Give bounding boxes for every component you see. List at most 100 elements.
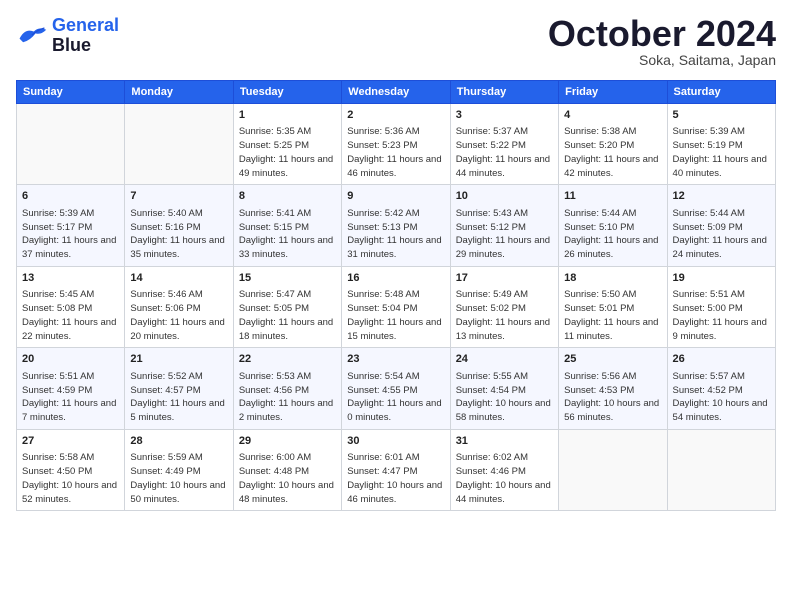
day-number: 27 bbox=[22, 434, 119, 449]
day-number: 25 bbox=[564, 352, 661, 367]
day-number: 8 bbox=[239, 189, 336, 204]
calendar-cell: 22 Sunrise: 5:53 AM Sunset: 4:56 PM Dayli… bbox=[233, 348, 341, 429]
day-number: 30 bbox=[347, 434, 444, 449]
calendar-cell: 28 Sunrise: 5:59 AM Sunset: 4:49 PM Dayli… bbox=[125, 429, 233, 510]
calendar-cell: 1 Sunrise: 5:35 AM Sunset: 5:25 PM Daylig… bbox=[233, 104, 341, 185]
calendar-cell: 24 Sunrise: 5:55 AM Sunset: 4:54 PM Dayli… bbox=[450, 348, 558, 429]
day-number: 5 bbox=[673, 108, 770, 123]
calendar-cell: 5 Sunrise: 5:39 AM Sunset: 5:19 PM Daylig… bbox=[667, 104, 775, 185]
calendar-week-2: 6 Sunrise: 5:39 AM Sunset: 5:17 PM Daylig… bbox=[17, 185, 776, 266]
day-number: 10 bbox=[456, 189, 553, 204]
weekday-wednesday: Wednesday bbox=[342, 81, 450, 104]
day-number: 12 bbox=[673, 189, 770, 204]
calendar-cell: 3Sunrise: 5:37 AM Sunset: 5:22 PM Daylig… bbox=[450, 104, 558, 185]
calendar-cell: 14 Sunrise: 5:46 AM Sunset: 5:06 PM Dayli… bbox=[125, 266, 233, 347]
location-subtitle: Soka, Saitama, Japan bbox=[548, 52, 776, 68]
calendar-cell: 7 Sunrise: 5:40 AM Sunset: 5:16 PM Daylig… bbox=[125, 185, 233, 266]
day-info: Sunrise: 5:47 AM Sunset: 5:05 PM Dayligh… bbox=[239, 288, 336, 343]
day-number: 20 bbox=[22, 352, 119, 367]
day-info: Sunrise: 6:01 AM Sunset: 4:47 PM Dayligh… bbox=[347, 451, 444, 506]
calendar-cell: 25 Sunrise: 5:56 AM Sunset: 4:53 PM Dayli… bbox=[559, 348, 667, 429]
day-number: 9 bbox=[347, 189, 444, 204]
day-info: Sunrise: 5:48 AM Sunset: 5:04 PM Dayligh… bbox=[347, 288, 444, 343]
day-number: 21 bbox=[130, 352, 227, 367]
calendar-cell: 15 Sunrise: 5:47 AM Sunset: 5:05 PM Dayli… bbox=[233, 266, 341, 347]
day-info: Sunrise: 5:51 AM Sunset: 4:59 PM Dayligh… bbox=[22, 370, 119, 425]
day-number: 24 bbox=[456, 352, 553, 367]
weekday-friday: Friday bbox=[559, 81, 667, 104]
title-area: October 2024 Soka, Saitama, Japan bbox=[548, 16, 776, 68]
day-info: Sunrise: 5:39 AM Sunset: 5:17 PM Dayligh… bbox=[22, 207, 119, 262]
calendar-week-1: 1 Sunrise: 5:35 AM Sunset: 5:25 PM Daylig… bbox=[17, 104, 776, 185]
day-info: Sunrise: 5:50 AM Sunset: 5:01 PM Dayligh… bbox=[564, 288, 661, 343]
day-number: 14 bbox=[130, 271, 227, 286]
calendar-cell bbox=[17, 104, 125, 185]
day-info: Sunrise: 5:40 AM Sunset: 5:16 PM Dayligh… bbox=[130, 207, 227, 262]
weekday-thursday: Thursday bbox=[450, 81, 558, 104]
day-info: Sunrise: 5:37 AM Sunset: 5:22 PM Dayligh… bbox=[456, 125, 553, 180]
logo-icon bbox=[16, 22, 48, 50]
day-number: 31 bbox=[456, 434, 553, 449]
calendar-cell bbox=[559, 429, 667, 510]
calendar-cell: 8 Sunrise: 5:41 AM Sunset: 5:15 PM Daylig… bbox=[233, 185, 341, 266]
day-info: Sunrise: 5:52 AM Sunset: 4:57 PM Dayligh… bbox=[130, 370, 227, 425]
calendar-cell: 4 Sunrise: 5:38 AM Sunset: 5:20 PM Daylig… bbox=[559, 104, 667, 185]
calendar-cell: 9Sunrise: 5:42 AM Sunset: 5:13 PM Daylig… bbox=[342, 185, 450, 266]
calendar-cell: 2Sunrise: 5:36 AM Sunset: 5:23 PM Daylig… bbox=[342, 104, 450, 185]
day-number: 26 bbox=[673, 352, 770, 367]
day-number: 29 bbox=[239, 434, 336, 449]
day-number: 28 bbox=[130, 434, 227, 449]
calendar-cell: 31 Sunrise: 6:02 AM Sunset: 4:46 PM Dayli… bbox=[450, 429, 558, 510]
day-info: Sunrise: 5:59 AM Sunset: 4:49 PM Dayligh… bbox=[130, 451, 227, 506]
calendar-cell: 19Sunrise: 5:51 AM Sunset: 5:00 PM Dayli… bbox=[667, 266, 775, 347]
header: General Blue October 2024 Soka, Saitama,… bbox=[16, 16, 776, 68]
calendar-cell: 21 Sunrise: 5:52 AM Sunset: 4:57 PM Dayli… bbox=[125, 348, 233, 429]
calendar-cell: 30 Sunrise: 6:01 AM Sunset: 4:47 PM Dayli… bbox=[342, 429, 450, 510]
calendar-cell: 6 Sunrise: 5:39 AM Sunset: 5:17 PM Daylig… bbox=[17, 185, 125, 266]
calendar-cell: 11Sunrise: 5:44 AM Sunset: 5:10 PM Dayli… bbox=[559, 185, 667, 266]
day-info: Sunrise: 5:46 AM Sunset: 5:06 PM Dayligh… bbox=[130, 288, 227, 343]
logo-text: General Blue bbox=[52, 16, 119, 56]
calendar-cell: 26 Sunrise: 5:57 AM Sunset: 4:52 PM Dayli… bbox=[667, 348, 775, 429]
day-info: Sunrise: 5:53 AM Sunset: 4:56 PM Dayligh… bbox=[239, 370, 336, 425]
calendar-cell: 23 Sunrise: 5:54 AM Sunset: 4:55 PM Dayli… bbox=[342, 348, 450, 429]
calendar-cell: 12Sunrise: 5:44 AM Sunset: 5:09 PM Dayli… bbox=[667, 185, 775, 266]
day-number: 11 bbox=[564, 189, 661, 204]
day-number: 22 bbox=[239, 352, 336, 367]
day-info: Sunrise: 5:54 AM Sunset: 4:55 PM Dayligh… bbox=[347, 370, 444, 425]
calendar-cell: 20 Sunrise: 5:51 AM Sunset: 4:59 PM Dayli… bbox=[17, 348, 125, 429]
day-info: Sunrise: 5:55 AM Sunset: 4:54 PM Dayligh… bbox=[456, 370, 553, 425]
day-number: 2 bbox=[347, 108, 444, 123]
day-number: 6 bbox=[22, 189, 119, 204]
day-info: Sunrise: 5:57 AM Sunset: 4:52 PM Dayligh… bbox=[673, 370, 770, 425]
day-number: 1 bbox=[239, 108, 336, 123]
day-number: 23 bbox=[347, 352, 444, 367]
calendar-table: SundayMondayTuesdayWednesdayThursdayFrid… bbox=[16, 80, 776, 511]
day-number: 15 bbox=[239, 271, 336, 286]
weekday-tuesday: Tuesday bbox=[233, 81, 341, 104]
calendar-week-4: 20 Sunrise: 5:51 AM Sunset: 4:59 PM Dayli… bbox=[17, 348, 776, 429]
day-number: 19 bbox=[673, 271, 770, 286]
day-number: 17 bbox=[456, 271, 553, 286]
day-info: Sunrise: 6:02 AM Sunset: 4:46 PM Dayligh… bbox=[456, 451, 553, 506]
calendar-cell bbox=[125, 104, 233, 185]
calendar-cell: 16Sunrise: 5:48 AM Sunset: 5:04 PM Dayli… bbox=[342, 266, 450, 347]
day-info: Sunrise: 5:41 AM Sunset: 5:15 PM Dayligh… bbox=[239, 207, 336, 262]
day-number: 7 bbox=[130, 189, 227, 204]
day-info: Sunrise: 5:45 AM Sunset: 5:08 PM Dayligh… bbox=[22, 288, 119, 343]
calendar-body: 1 Sunrise: 5:35 AM Sunset: 5:25 PM Daylig… bbox=[17, 104, 776, 511]
calendar-cell bbox=[667, 429, 775, 510]
calendar-week-3: 13Sunrise: 5:45 AM Sunset: 5:08 PM Dayli… bbox=[17, 266, 776, 347]
day-info: Sunrise: 5:56 AM Sunset: 4:53 PM Dayligh… bbox=[564, 370, 661, 425]
calendar-week-5: 27Sunrise: 5:58 AM Sunset: 4:50 PM Dayli… bbox=[17, 429, 776, 510]
day-info: Sunrise: 5:43 AM Sunset: 5:12 PM Dayligh… bbox=[456, 207, 553, 262]
calendar-cell: 13Sunrise: 5:45 AM Sunset: 5:08 PM Dayli… bbox=[17, 266, 125, 347]
day-number: 4 bbox=[564, 108, 661, 123]
day-info: Sunrise: 5:38 AM Sunset: 5:20 PM Dayligh… bbox=[564, 125, 661, 180]
day-info: Sunrise: 5:35 AM Sunset: 5:25 PM Dayligh… bbox=[239, 125, 336, 180]
weekday-sunday: Sunday bbox=[17, 81, 125, 104]
day-number: 18 bbox=[564, 271, 661, 286]
day-info: Sunrise: 5:39 AM Sunset: 5:19 PM Dayligh… bbox=[673, 125, 770, 180]
weekday-header-row: SundayMondayTuesdayWednesdayThursdayFrid… bbox=[17, 81, 776, 104]
month-title: October 2024 bbox=[548, 16, 776, 52]
